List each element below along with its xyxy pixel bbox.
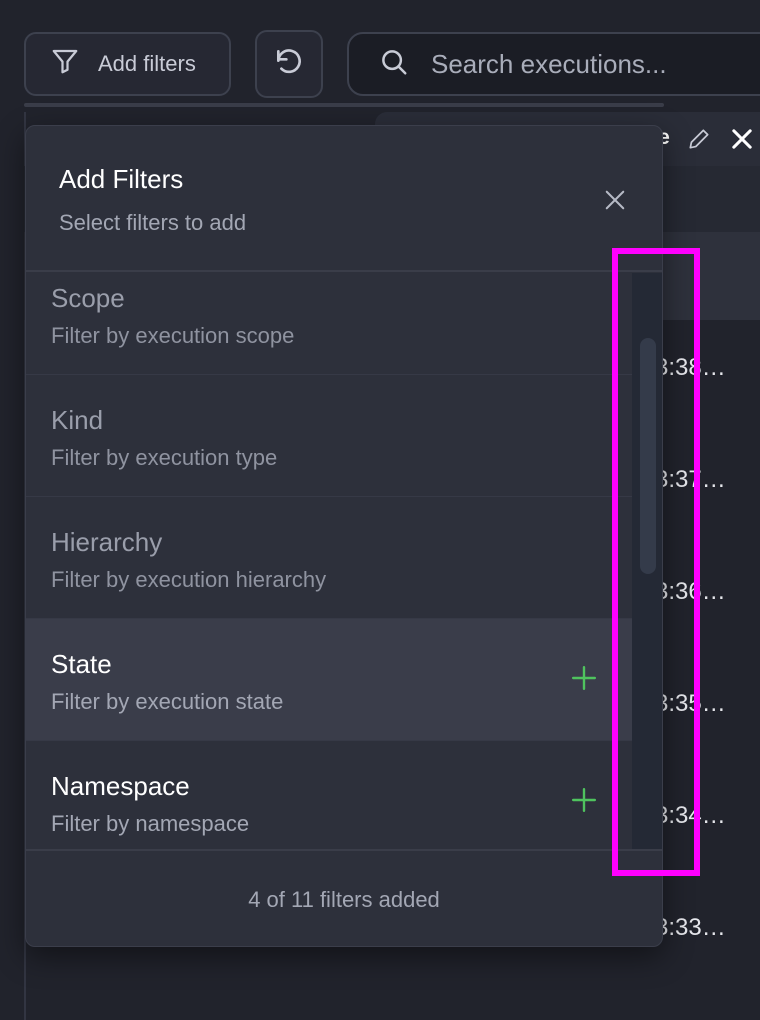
filter-item-hierarchy: Hierarchy Filter by execution hierarchy — [26, 497, 632, 619]
reset-icon — [273, 46, 305, 83]
add-filters-panel: Add Filters Select filters to add Scope … — [25, 125, 663, 947]
filter-list[interactable]: Scope Filter by execution scope Kind Fil… — [26, 273, 632, 849]
filter-item-state[interactable]: State Filter by execution state — [26, 619, 632, 741]
plus-icon[interactable] — [571, 787, 597, 813]
filter-description: Filter by execution state — [51, 689, 284, 714]
panel-header: Add Filters Select filters to add — [26, 126, 662, 272]
filter-item-scope: Scope Filter by execution scope — [26, 273, 632, 375]
search-icon — [379, 47, 409, 82]
search-box[interactable] — [347, 32, 760, 96]
filter-name: Scope — [51, 283, 125, 313]
filter-item-namespace[interactable]: Namespace Filter by namespace — [26, 741, 632, 849]
reset-button[interactable] — [255, 30, 323, 98]
filter-description: Filter by execution hierarchy — [51, 567, 327, 592]
filter-icon — [50, 46, 80, 82]
pencil-icon[interactable] — [686, 126, 712, 157]
page: Add filters re 3:38… — [0, 0, 760, 1020]
filter-name: Namespace — [51, 771, 190, 801]
add-filters-label: Add filters — [98, 51, 196, 76]
filter-description: Filter by execution type — [51, 445, 278, 470]
close-icon[interactable] — [728, 125, 756, 158]
filter-item-kind: Kind Filter by execution type — [26, 375, 632, 497]
filter-description: Filter by namespace — [51, 811, 250, 836]
filter-name: State — [51, 649, 112, 679]
filter-name: Hierarchy — [51, 527, 163, 557]
plus-icon[interactable] — [571, 665, 597, 691]
highlight-box — [612, 248, 700, 876]
row-time: 3:33… — [655, 914, 726, 941]
panel-subtitle: Select filters to add — [59, 210, 247, 235]
close-icon — [605, 190, 625, 210]
filter-description: Filter by execution scope — [51, 323, 295, 348]
toolbar-divider — [24, 103, 664, 107]
panel-close-button[interactable] — [600, 185, 630, 215]
filter-name: Kind — [51, 405, 104, 435]
search-input[interactable] — [431, 48, 760, 80]
panel-title: Add Filters — [59, 164, 184, 194]
panel-footer: 4 of 11 filters added — [26, 849, 662, 946]
add-filters-button[interactable]: Add filters — [24, 32, 231, 96]
